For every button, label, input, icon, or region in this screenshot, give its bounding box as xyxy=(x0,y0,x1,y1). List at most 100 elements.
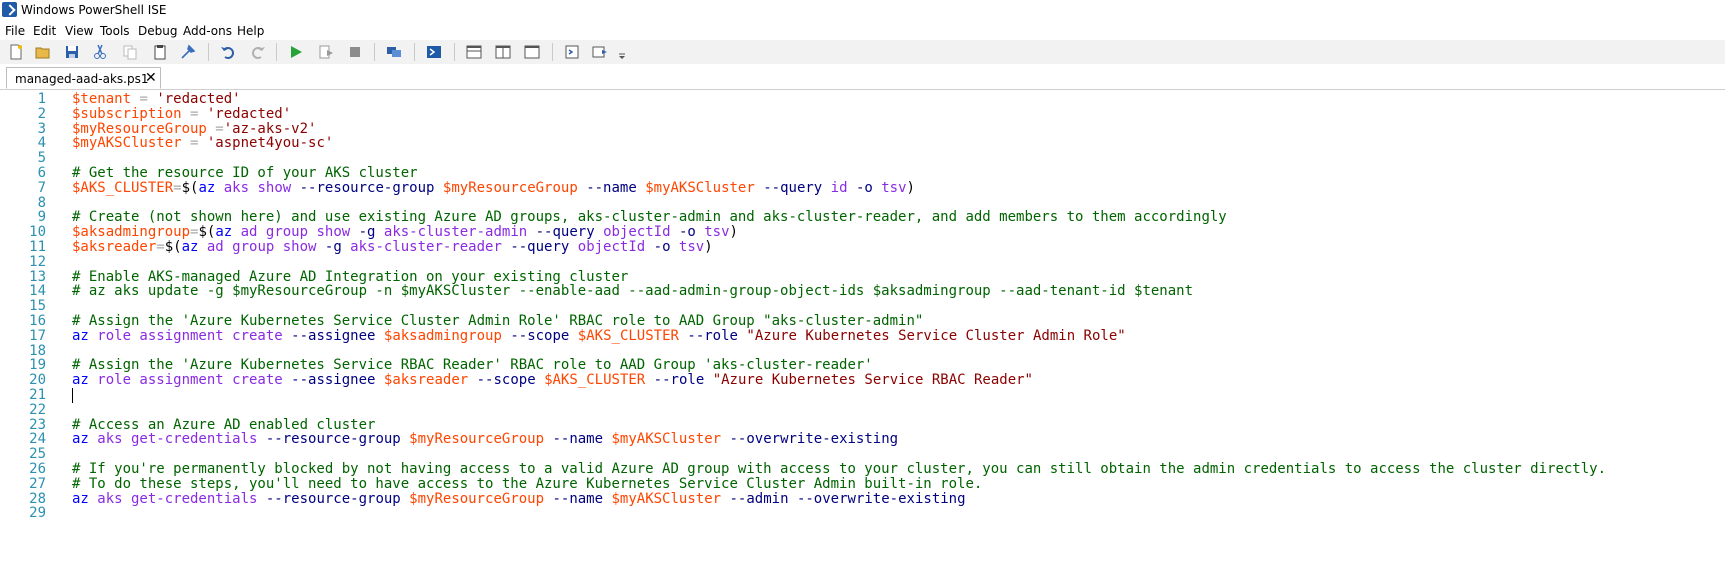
toolbar-separator xyxy=(374,43,375,61)
line-number: 24 xyxy=(29,431,46,448)
code-line[interactable]: # az aks update -g $myResourceGroup -n $… xyxy=(72,283,1193,299)
menu-tools[interactable]: Tools xyxy=(100,24,130,38)
title-bar: Windows PowerShell ISE xyxy=(0,0,1725,22)
toolbar xyxy=(0,40,1725,65)
token-argument: aks get-credentials xyxy=(88,431,266,448)
token-default: ) xyxy=(906,179,915,196)
redo-icon[interactable] xyxy=(250,44,266,60)
code-line[interactable]: $aksreader=$(az ad group show -g aks-clu… xyxy=(72,239,713,255)
token-parameter: --role xyxy=(687,327,738,344)
token-command: az xyxy=(72,327,89,344)
script-editor[interactable]: 1 2 3 4 5 6 7 8 9 10 11 12 13 14 15 16 17 18 19 20 21 22 23 24 2… xyxy=(0,90,1725,568)
token-variable: $myAKSCluster xyxy=(72,135,182,152)
token-argument: role assignment create xyxy=(88,327,292,344)
token-argument: aks show xyxy=(215,179,300,196)
code-line[interactable]: # If you're permanently blocked by not h… xyxy=(72,461,1606,477)
cut-icon[interactable] xyxy=(92,44,108,60)
line-number: 18 xyxy=(29,342,46,359)
line-number: 27 xyxy=(29,475,46,492)
token-parameter: --overwrite-existing xyxy=(729,431,899,448)
code-line[interactable]: # Get the resource ID of your AKS cluste… xyxy=(72,165,418,181)
powershell-ise-icon xyxy=(2,2,17,17)
token-argument: aks-cluster-admin xyxy=(375,224,536,241)
show-script-pane-icon[interactable] xyxy=(564,44,580,60)
token-default xyxy=(721,491,729,507)
token-comment: # Assign the 'Azure Kubernetes Service R… xyxy=(72,357,873,374)
code-line[interactable]: # Assign the 'Azure Kubernetes Service C… xyxy=(72,313,923,329)
token-argument: tsv xyxy=(872,179,907,196)
menu-edit[interactable]: Edit xyxy=(33,24,56,38)
token-variable: $myResourceGroup xyxy=(409,431,545,448)
run-icon[interactable] xyxy=(288,44,304,60)
menu-debug[interactable]: Debug xyxy=(138,24,177,38)
code-line[interactable]: # To do these steps, you'll need to have… xyxy=(72,476,982,492)
line-number: 20 xyxy=(29,372,46,389)
token-default: ) xyxy=(704,239,713,255)
code-line[interactable]: $AKS_CLUSTER=$(az aks show --resource-gr… xyxy=(72,180,915,196)
token-parameter: --query xyxy=(510,239,570,255)
token-default xyxy=(401,491,409,507)
code-line[interactable]: $tenant = 'redacted' xyxy=(72,91,241,107)
text-caret xyxy=(72,388,73,403)
code-line[interactable]: # Enable AKS-managed Azure AD Integratio… xyxy=(72,269,628,285)
stop-icon[interactable] xyxy=(347,44,363,60)
token-parameter: --overwrite-existing xyxy=(796,490,966,507)
menu-add-ons[interactable]: Add-ons xyxy=(183,24,232,38)
show-commands-icon[interactable] xyxy=(592,44,608,60)
tab-managed-aad-aks[interactable]: managed-aad-aks.ps1 ✕ xyxy=(6,67,161,89)
menu-file[interactable]: File xyxy=(5,24,25,38)
code-line[interactable]: $myResourceGroup ='az-aks-v2' xyxy=(72,121,316,137)
token-variable: $aksadmingroup xyxy=(72,224,191,241)
code-line[interactable]: az role assignment create --assignee $ak… xyxy=(72,328,1126,344)
clear-console-icon[interactable] xyxy=(180,44,196,60)
code-line[interactable]: $aksadmingroup=$(az ad group show -g aks… xyxy=(72,224,738,240)
run-selection-icon[interactable] xyxy=(318,44,334,60)
token-default xyxy=(637,180,645,196)
code-line[interactable]: $myAKSCluster = 'aspnet4you-sc' xyxy=(72,135,333,151)
save-icon[interactable] xyxy=(64,44,80,60)
line-number: 14 xyxy=(29,283,46,300)
paste-icon[interactable] xyxy=(152,44,168,60)
token-string: 'aspnet4you-sc' xyxy=(206,135,334,152)
code-line[interactable]: # Access an Azure AD enabled cluster xyxy=(72,417,375,433)
token-operator: = xyxy=(181,105,207,122)
token-variable: $myAKSCluster xyxy=(611,431,722,448)
remote-powershell-icon[interactable] xyxy=(386,44,402,60)
toolbar-overflow-icon[interactable] xyxy=(618,52,626,60)
code-line[interactable]: az aks get-credentials --resource-group … xyxy=(72,491,966,507)
powershell-console-icon[interactable] xyxy=(426,44,442,60)
code-line[interactable]: $subscription = 'redacted' xyxy=(72,106,291,122)
open-icon[interactable] xyxy=(35,44,51,60)
token-default xyxy=(578,180,586,196)
code-line[interactable]: az aks get-credentials --resource-group … xyxy=(72,431,898,447)
token-operator: = xyxy=(131,91,157,107)
token-argument: ad group show xyxy=(198,239,325,255)
code-line[interactable]: # Create (not shown here) and use existi… xyxy=(72,209,1227,225)
code-line[interactable]: az role assignment create --assignee $ak… xyxy=(72,372,1033,388)
menu-help[interactable]: Help xyxy=(237,24,264,38)
token-parameter: --admin xyxy=(729,490,789,507)
token-variable: $tenant xyxy=(72,91,132,107)
token-command: az xyxy=(181,239,199,255)
close-icon[interactable]: ✕ xyxy=(145,70,157,86)
token-command: az xyxy=(72,490,89,507)
toolbar-separator xyxy=(208,43,209,61)
toolbar-separator xyxy=(414,43,415,61)
copy-icon[interactable] xyxy=(122,44,138,60)
undo-icon[interactable] xyxy=(220,44,236,60)
line-number: 29 xyxy=(29,505,46,522)
token-parameter: -g xyxy=(358,224,376,241)
toolbar-separator xyxy=(276,43,277,61)
pane-right-icon[interactable] xyxy=(495,44,511,60)
token-default xyxy=(721,431,729,447)
menu-view[interactable]: View xyxy=(65,24,93,38)
line-number: 26 xyxy=(29,461,46,477)
pane-max-icon[interactable] xyxy=(524,44,540,60)
code-area[interactable]: $tenant = 'redacted' $subscription = 'red… xyxy=(72,90,1722,568)
code-line[interactable]: # Assign the 'Azure Kubernetes Service R… xyxy=(72,357,873,373)
token-string: 'redacted' xyxy=(156,91,241,107)
pane-top-icon[interactable] xyxy=(466,44,482,60)
token-default: $( xyxy=(198,224,216,241)
token-parameter: --query xyxy=(763,179,823,196)
new-icon[interactable] xyxy=(8,44,24,60)
